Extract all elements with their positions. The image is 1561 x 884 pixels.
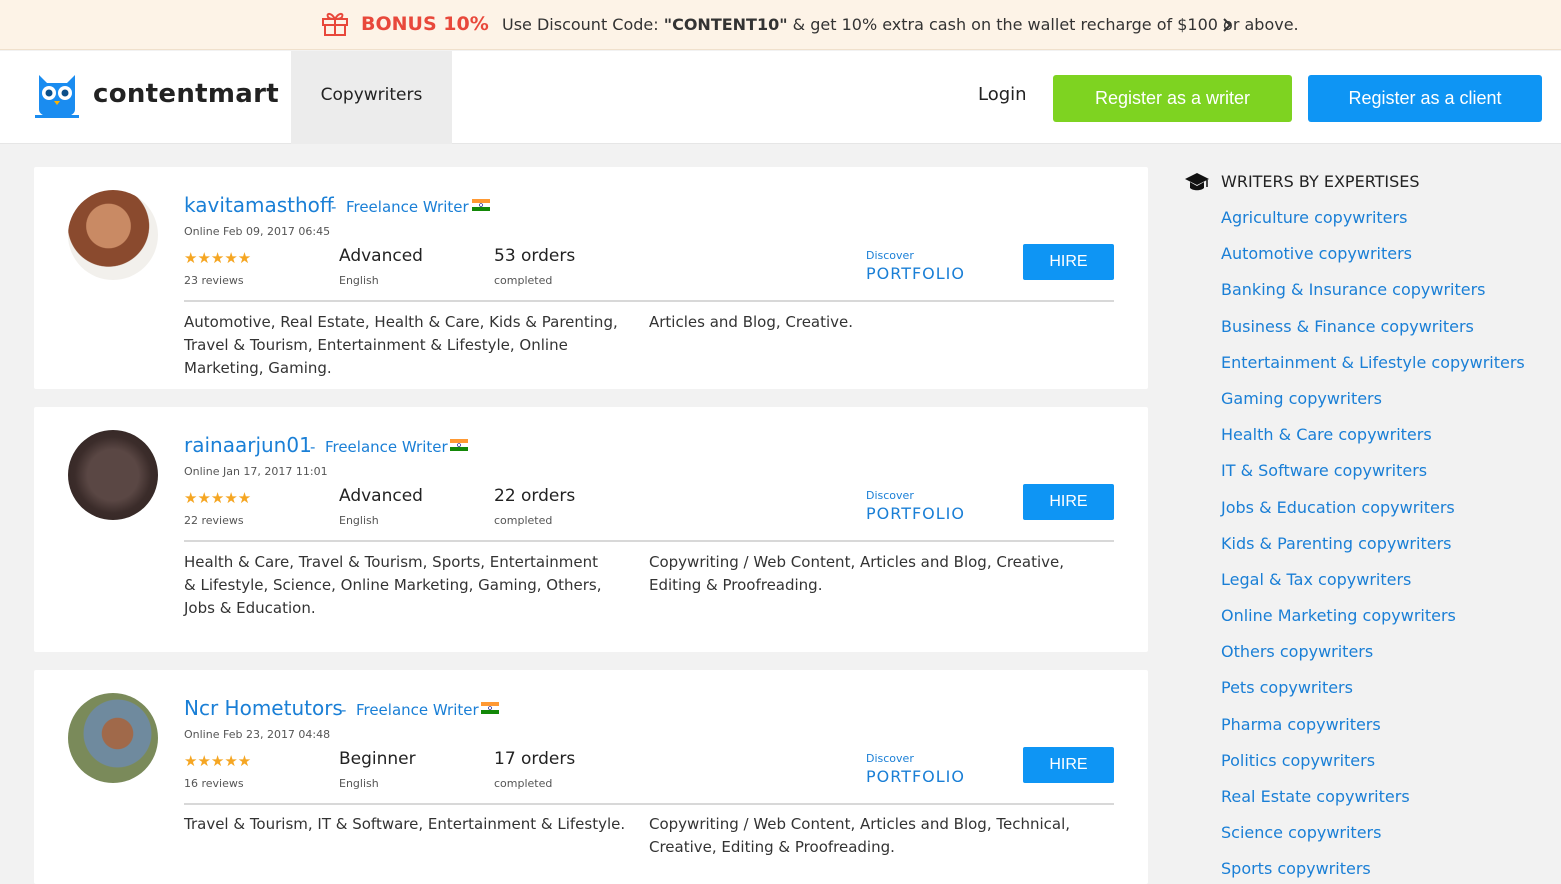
login-link[interactable]: Login <box>978 84 1027 105</box>
online-status: Online Feb 23, 2017 04:48 <box>184 728 331 741</box>
writer-role-text: Freelance Writer <box>345 198 469 216</box>
reviews-count: 23 reviews <box>184 274 244 287</box>
discover-label: Discover <box>866 249 914 262</box>
writer-card: Ncr Hometutors - Freelance Writer Online… <box>34 670 1148 884</box>
expertise-link[interactable]: Health & Care copywriters <box>1221 424 1525 460</box>
online-status: Online Jan 17, 2017 11:01 <box>184 465 328 478</box>
writer-categories: Health & Care, Travel & Tourism, Sports,… <box>184 553 602 617</box>
promo-message: Use Discount Code: "CONTENT10" & get 10%… <box>502 15 1299 34</box>
writer-card: rainaarjun01 - Freelance Writer Online J… <box>34 407 1148 652</box>
orders-completed-label: completed <box>494 514 553 527</box>
writer-language: English <box>339 514 379 527</box>
writer-skills: Copywriting / Web Content, Articles and … <box>649 815 1071 856</box>
expertise-link[interactable]: Science copywriters <box>1221 822 1525 858</box>
portfolio-link[interactable]: PORTFOLIO <box>866 504 965 523</box>
sidebar-title: WRITERS BY EXPERTISES <box>1221 172 1420 191</box>
expertise-link[interactable]: Legal & Tax copywriters <box>1221 569 1525 605</box>
expertise-link[interactable]: Entertainment & Lifestyle copywriters <box>1221 352 1525 388</box>
expertise-link[interactable]: Pharma copywriters <box>1221 714 1525 750</box>
graduation-cap-icon <box>1185 173 1209 191</box>
expertise-link[interactable]: Banking & Insurance copywriters <box>1221 279 1525 315</box>
rating-stars: ★★★★★ <box>184 249 252 267</box>
avatar[interactable] <box>68 190 158 280</box>
sidebar-header: WRITERS BY EXPERTISES <box>1184 170 1544 194</box>
bonus-label: BONUS 10% <box>361 13 489 35</box>
tab-copywriters[interactable]: Copywriters <box>291 51 452 144</box>
expertise-link[interactable]: Politics copywriters <box>1221 750 1525 786</box>
expertise-link[interactable]: Real Estate copywriters <box>1221 786 1525 822</box>
expertise-link[interactable]: Pets copywriters <box>1221 677 1525 713</box>
rating-stars: ★★★★★ <box>184 752 252 770</box>
orders-count: 53 orders <box>494 246 576 266</box>
reviews-count: 16 reviews <box>184 777 244 790</box>
writer-categories: Automotive, Real Estate, Health & Care, … <box>184 313 618 377</box>
writer-card: kavitamasthoff - Freelance Writer Online… <box>34 167 1148 389</box>
expertise-link[interactable]: Business & Finance copywriters <box>1221 316 1525 352</box>
portfolio-link[interactable]: PORTFOLIO <box>866 767 965 786</box>
hire-button[interactable]: HIRE <box>1023 244 1114 280</box>
promo-code: "CONTENT10" <box>663 15 788 34</box>
card-divider <box>184 540 1114 542</box>
writer-language: English <box>339 274 379 287</box>
card-divider <box>184 803 1114 805</box>
rating-stars: ★★★★★ <box>184 489 252 507</box>
writer-role: - Freelance Writer <box>341 701 479 719</box>
avatar[interactable] <box>68 693 158 783</box>
writer-skills: Articles and Blog, Creative. <box>649 313 854 331</box>
orders-completed-label: completed <box>494 274 553 287</box>
expertise-link[interactable]: Agriculture copywriters <box>1221 207 1525 243</box>
writer-name[interactable]: kavitamasthoff <box>184 193 334 217</box>
hire-button[interactable]: HIRE <box>1023 747 1114 783</box>
expertise-link[interactable]: Online Marketing copywriters <box>1221 605 1525 641</box>
writer-language: English <box>339 777 379 790</box>
expertise-link[interactable]: Kids & Parenting copywriters <box>1221 533 1525 569</box>
expertise-link[interactable]: Jobs & Education copywriters <box>1221 497 1525 533</box>
writer-level: Advanced <box>339 246 423 266</box>
register-client-button[interactable]: Register as a client <box>1308 75 1542 122</box>
writer-role: - Freelance Writer <box>310 438 448 456</box>
gift-icon <box>322 12 348 36</box>
writer-role-text: Freelance Writer <box>355 701 479 719</box>
writer-role: - Freelance Writer <box>331 198 469 216</box>
logo-text[interactable]: contentmart <box>93 79 279 109</box>
online-status: Online Feb 09, 2017 06:45 <box>184 225 331 238</box>
orders-completed-label: completed <box>494 777 553 790</box>
portfolio-link[interactable]: PORTFOLIO <box>866 264 965 283</box>
expertise-link[interactable]: Others copywriters <box>1221 641 1525 677</box>
expertise-link[interactable]: IT & Software copywriters <box>1221 460 1525 496</box>
avatar[interactable] <box>68 430 158 520</box>
writer-role-text: Freelance Writer <box>324 438 448 456</box>
hire-button[interactable]: HIRE <box>1023 484 1114 520</box>
india-flag-icon <box>481 702 499 714</box>
promo-text-before: Use Discount Code: <box>502 15 664 34</box>
writer-skills: Copywriting / Web Content, Articles and … <box>649 553 1065 594</box>
orders-count: 22 orders <box>494 486 576 506</box>
india-flag-icon <box>472 199 490 211</box>
writer-level: Advanced <box>339 486 423 506</box>
register-writer-button[interactable]: Register as a writer <box>1053 75 1292 122</box>
discover-label: Discover <box>866 489 914 502</box>
site-header: contentmart Copywriters Login Register a… <box>0 51 1561 144</box>
discover-label: Discover <box>866 752 914 765</box>
writer-categories: Travel & Tourism, IT & Software, Enterta… <box>184 815 626 833</box>
expertise-link[interactable]: Sports copywriters <box>1221 858 1525 884</box>
chevron-right-icon[interactable] <box>1221 16 1233 34</box>
india-flag-icon <box>450 439 468 451</box>
expertise-list: Agriculture copywriters Automotive copyw… <box>1221 207 1525 884</box>
promo-banner[interactable]: BONUS 10% Use Discount Code: "CONTENT10"… <box>0 0 1561 50</box>
expertise-link[interactable]: Automotive copywriters <box>1221 243 1525 279</box>
orders-count: 17 orders <box>494 749 576 769</box>
writer-level: Beginner <box>339 749 416 769</box>
reviews-count: 22 reviews <box>184 514 244 527</box>
writer-name[interactable]: Ncr Hometutors <box>184 696 343 720</box>
owl-logo-icon[interactable] <box>33 71 81 119</box>
expertise-link[interactable]: Gaming copywriters <box>1221 388 1525 424</box>
card-divider <box>184 300 1114 302</box>
writer-name[interactable]: rainaarjun01 <box>184 433 312 457</box>
